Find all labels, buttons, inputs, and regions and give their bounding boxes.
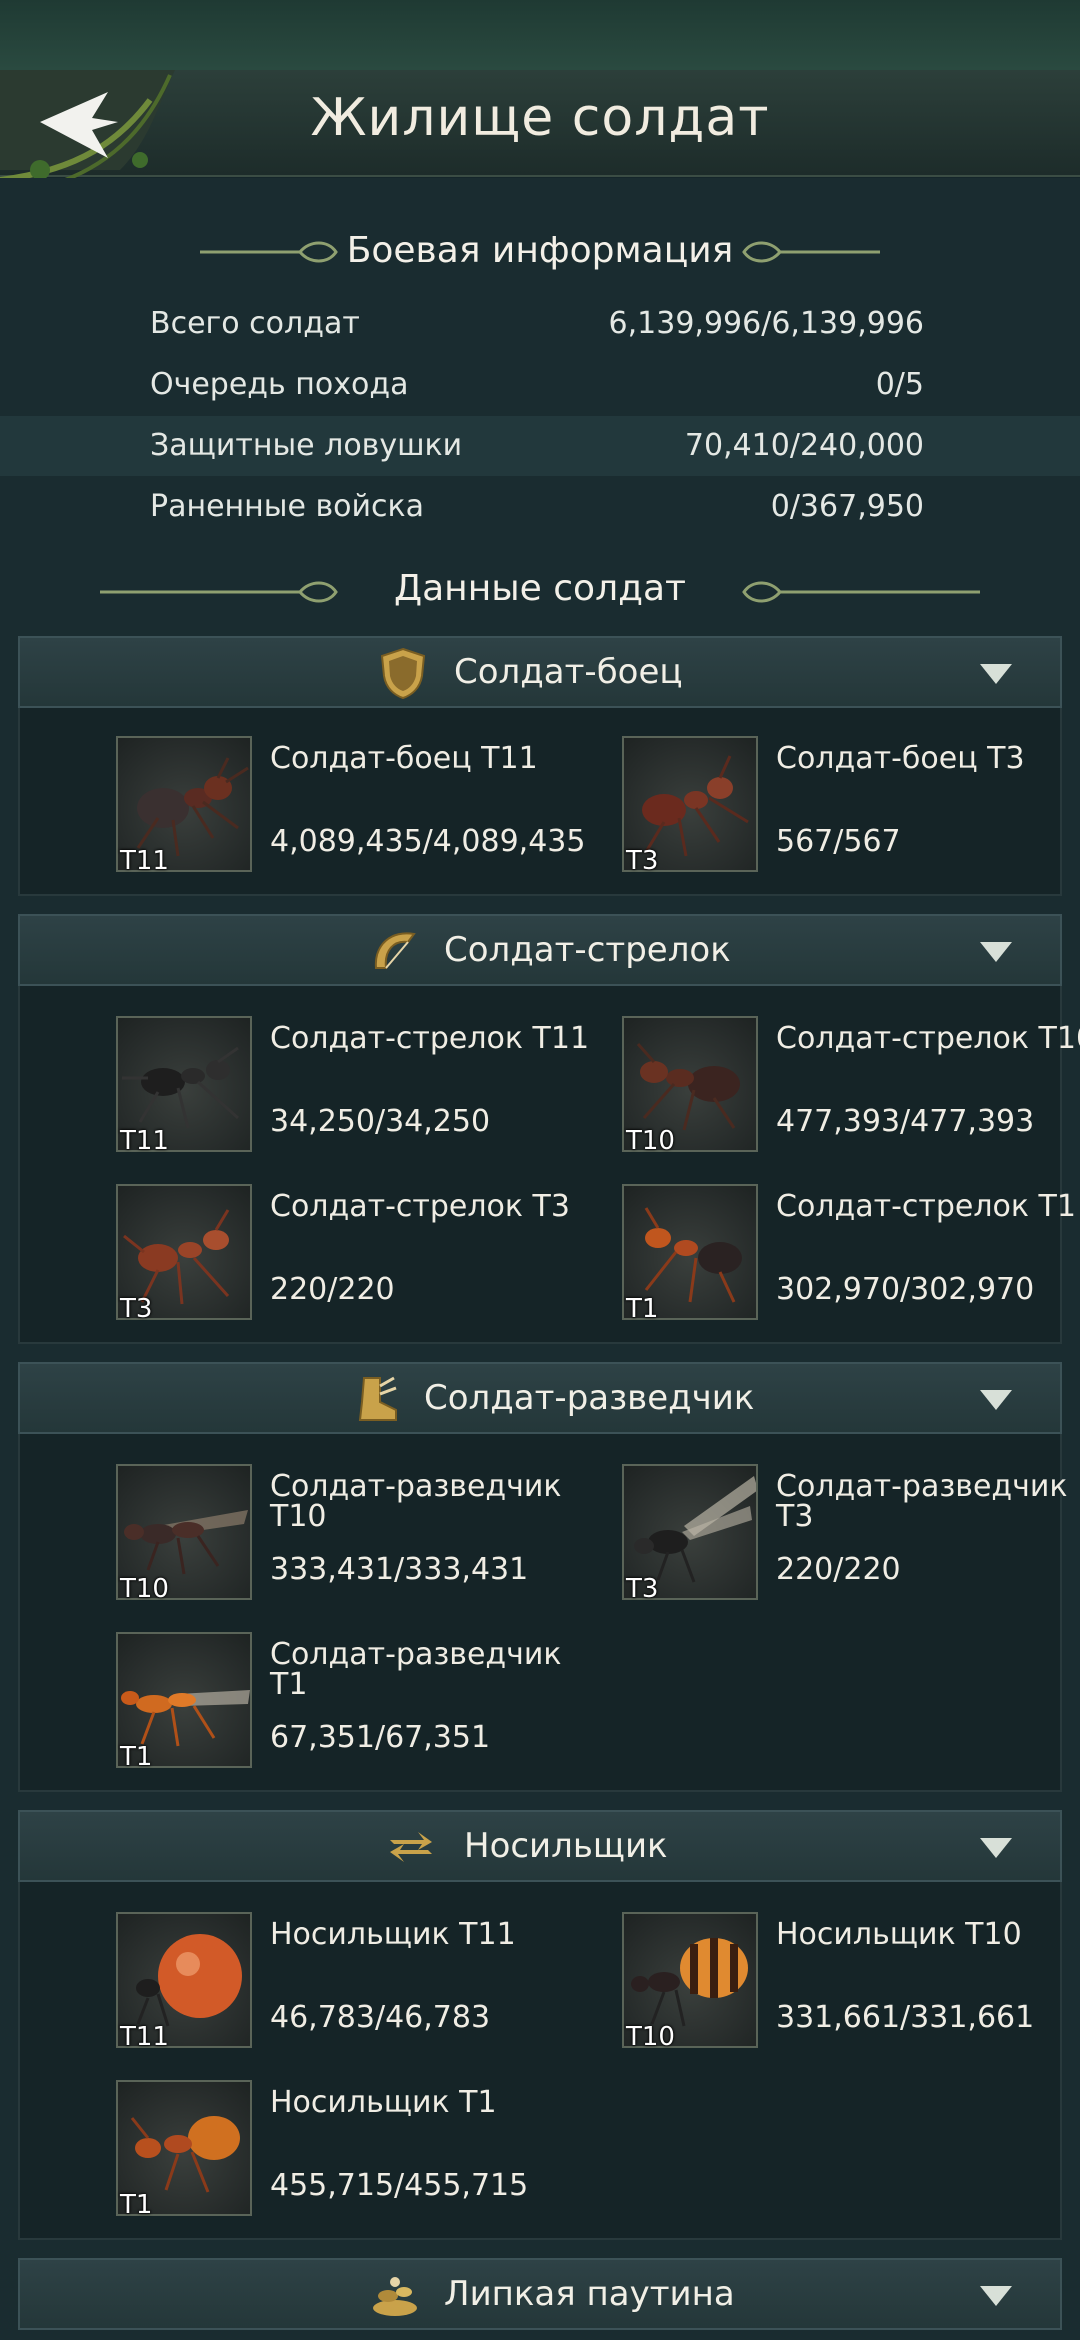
info-label: Раненные войска bbox=[150, 489, 424, 524]
unit-card[interactable]: T3 Солдат-разведчик T3 220/220 bbox=[622, 1464, 1080, 1604]
info-label: Защитные ловушки bbox=[150, 428, 463, 463]
unit-card[interactable]: T1 Солдат-стрелок T1 302,970/302,970 bbox=[622, 1184, 1080, 1324]
battle-info-title: Боевая информация bbox=[346, 230, 734, 271]
category-title: Липкая паутина bbox=[444, 2274, 735, 2314]
unit-card[interactable]: T3 Солдат-стрелок T3 220/220 bbox=[116, 1184, 596, 1324]
unit-card[interactable]: T11 Носильщик T11 46,783/46,783 bbox=[116, 1912, 596, 2052]
tier-badge: T10 bbox=[626, 1126, 675, 1156]
right-ornament-icon bbox=[742, 581, 980, 603]
category-body-scout: T10 Солдат-разведчик T10 333,431/333,431… bbox=[18, 1434, 1068, 1792]
unit-card[interactable]: T1 Носильщик T1 455,715/455,715 bbox=[116, 2080, 596, 2220]
boot-icon bbox=[358, 1376, 397, 1421]
category-title: Солдат-стрелок bbox=[444, 930, 731, 970]
info-row-march-queue: Очередь похода 0/5 bbox=[0, 355, 1080, 415]
category-header-sticky-web[interactable]: Липкая паутина bbox=[18, 2258, 1062, 2330]
category-header-archer[interactable]: Солдат-стрелок bbox=[18, 914, 1062, 986]
info-label: Очередь похода bbox=[150, 367, 409, 402]
tier-badge: T10 bbox=[120, 1574, 169, 1604]
category-body-archer: T11 Солдат-стрелок T11 34,250/34,250 T10… bbox=[18, 986, 1080, 1344]
unit-count: 220/220 bbox=[270, 1272, 395, 1307]
category-body-fighter: T11 Солдат-боец T11 4,089,435/4,089,435 … bbox=[18, 708, 1062, 896]
unit-name: Солдат-стрелок T10 bbox=[776, 1021, 1080, 1056]
tier-badge: T10 bbox=[626, 2022, 675, 2052]
unit-count: 302,970/302,970 bbox=[776, 1272, 1035, 1307]
unit-card[interactable]: T10 Носильщик T10 331,661/331,661 bbox=[622, 1912, 1080, 2052]
unit-name: Солдат-боец T3 bbox=[776, 741, 1025, 776]
page-title: Жилище солдат bbox=[310, 88, 770, 148]
tier-badge: T1 bbox=[120, 2190, 153, 2220]
unit-name: Носильщик T1 bbox=[270, 2085, 497, 2120]
unit-card[interactable]: T11 Солдат-стрелок T11 34,250/34,250 bbox=[116, 1016, 596, 1156]
category-header-fighter[interactable]: Солдат-боец bbox=[18, 636, 1062, 708]
unit-name: Носильщик T11 bbox=[270, 1917, 516, 1952]
info-value: 0/367,950 bbox=[770, 489, 924, 524]
unit-count: 4,089,435/4,089,435 bbox=[270, 824, 586, 859]
unit-count: 67,351/67,351 bbox=[270, 1720, 491, 1755]
unit-name: Солдат-боец T11 bbox=[270, 741, 538, 776]
category-header-carrier[interactable]: Носильщик bbox=[18, 1810, 1062, 1882]
unit-count: 567/567 bbox=[776, 824, 901, 859]
info-value: 0/5 bbox=[875, 367, 924, 402]
unit-count: 220/220 bbox=[776, 1552, 901, 1587]
category-title: Солдат-боец bbox=[454, 652, 683, 692]
tier-badge: T11 bbox=[120, 846, 169, 876]
chevron-down-icon bbox=[980, 1838, 1012, 1858]
info-row-total-soldiers: Всего солдат 6,139,996/6,139,996 bbox=[0, 294, 1080, 354]
tier-badge: T3 bbox=[626, 1574, 659, 1604]
tier-badge: T11 bbox=[120, 1126, 169, 1156]
top-status-strip bbox=[0, 0, 1080, 70]
category-title: Носильщик bbox=[464, 1826, 668, 1866]
info-value: 6,139,996/6,139,996 bbox=[608, 306, 924, 341]
info-row-defensive-traps: Защитные ловушки 70,410/240,000 bbox=[0, 416, 1080, 476]
chevron-down-icon bbox=[980, 942, 1012, 962]
info-label: Всего солдат bbox=[150, 306, 360, 341]
bow-icon bbox=[374, 932, 416, 969]
unit-count: 477,393/477,393 bbox=[776, 1104, 1035, 1139]
sticky-web-icon bbox=[373, 2277, 417, 2316]
unit-count: 46,783/46,783 bbox=[270, 2000, 491, 2035]
shield-icon bbox=[380, 647, 426, 700]
unit-name: Носильщик T10 bbox=[776, 1917, 1022, 1952]
chevron-down-icon bbox=[980, 1390, 1012, 1410]
unit-card[interactable]: T11 Солдат-боец T11 4,089,435/4,089,435 bbox=[116, 736, 596, 876]
info-value: 70,410/240,000 bbox=[684, 428, 924, 463]
unit-count: 331,661/331,661 bbox=[776, 2000, 1035, 2035]
tier-badge: T1 bbox=[120, 1742, 153, 1772]
chevron-down-icon bbox=[980, 664, 1012, 684]
tier-badge: T1 bbox=[626, 1294, 659, 1324]
tier-badge: T3 bbox=[120, 1294, 153, 1324]
unit-name: Солдат-стрелок T3 bbox=[270, 1189, 570, 1224]
unit-name: Солдат-стрелок T1 bbox=[776, 1189, 1076, 1224]
unit-count: 34,250/34,250 bbox=[270, 1104, 491, 1139]
unit-card[interactable]: T1 Солдат-разведчик T1 67,351/67,351 bbox=[116, 1632, 596, 1772]
unit-count: 333,431/333,431 bbox=[270, 1552, 529, 1587]
transfer-arrows-icon bbox=[390, 1832, 432, 1862]
right-ornament-icon bbox=[742, 241, 880, 263]
unit-card[interactable]: T10 Солдат-разведчик T10 333,431/333,431 bbox=[116, 1464, 596, 1604]
unit-name: Солдат-разведчик T3 bbox=[776, 1469, 1068, 1534]
unit-count: 455,715/455,715 bbox=[270, 2168, 529, 2203]
category-header-scout[interactable]: Солдат-разведчик bbox=[18, 1362, 1062, 1434]
unit-card[interactable]: T3 Солдат-боец T3 567/567 bbox=[622, 736, 1080, 876]
unit-name: Солдат-разведчик T1 bbox=[270, 1637, 562, 1702]
category-title: Солдат-разведчик bbox=[424, 1378, 755, 1418]
category-body-carrier: T11 Носильщик T11 46,783/46,783 T10 Носи… bbox=[18, 1882, 1062, 2240]
chevron-down-icon bbox=[980, 2286, 1012, 2306]
tier-badge: T11 bbox=[120, 2022, 169, 2052]
unit-card[interactable]: T10 Солдат-стрелок T10 477,393/477,393 bbox=[622, 1016, 1080, 1156]
tier-badge: T3 bbox=[626, 846, 659, 876]
unit-name: Солдат-стрелок T11 bbox=[270, 1021, 590, 1056]
info-row-wounded-troops: Раненные войска 0/367,950 bbox=[0, 477, 1080, 537]
unit-name: Солдат-разведчик T10 bbox=[270, 1469, 562, 1534]
